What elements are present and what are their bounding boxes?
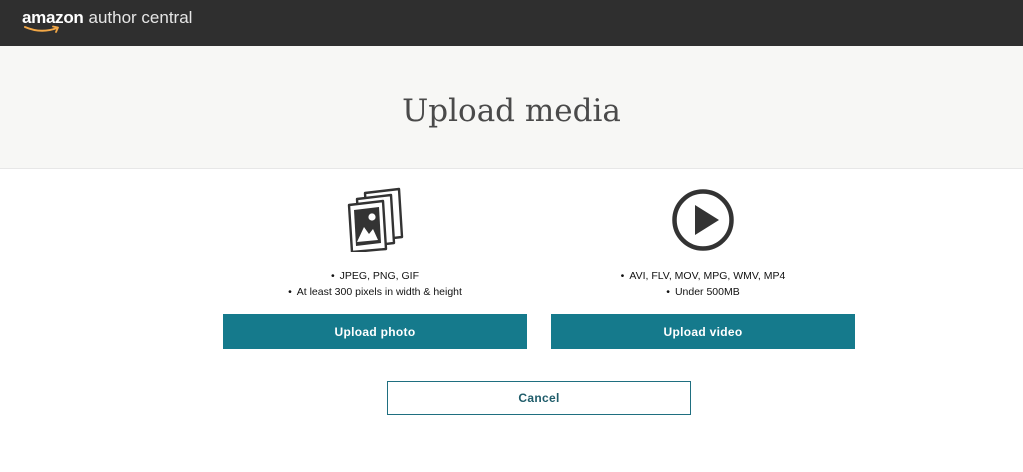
page-title: Upload media	[402, 93, 621, 129]
play-circle-icon	[672, 189, 734, 251]
cancel-button[interactable]: Cancel	[387, 381, 691, 415]
photo-requirement-item: At least 300 pixels in width & height	[223, 284, 527, 300]
photo-requirement-item: JPEG, PNG, GIF	[223, 268, 527, 284]
amazon-smile-icon	[24, 25, 59, 33]
video-requirement-item: Under 500MB	[551, 284, 855, 300]
video-requirements: AVI, FLV, MOV, MPG, WMV, MP4 Under 500MB	[551, 268, 855, 300]
page-header: Upload media	[0, 46, 1023, 169]
photo-upload-panel: JPEG, PNG, GIF At least 300 pixels in wi…	[223, 186, 527, 349]
top-bar: amazon author central	[0, 0, 1023, 46]
video-requirement-item: AVI, FLV, MOV, MPG, WMV, MP4	[551, 268, 855, 284]
photo-requirements: JPEG, PNG, GIF At least 300 pixels in wi…	[223, 268, 527, 300]
upload-photo-button[interactable]: Upload photo	[223, 314, 527, 349]
photo-stack-icon	[347, 187, 404, 252]
video-upload-panel: AVI, FLV, MOV, MPG, WMV, MP4 Under 500MB…	[551, 186, 855, 349]
upload-video-button[interactable]: Upload video	[551, 314, 855, 349]
amazon-author-central-logo[interactable]: amazon author central	[22, 8, 192, 36]
logo-product-text: author central	[88, 8, 193, 27]
